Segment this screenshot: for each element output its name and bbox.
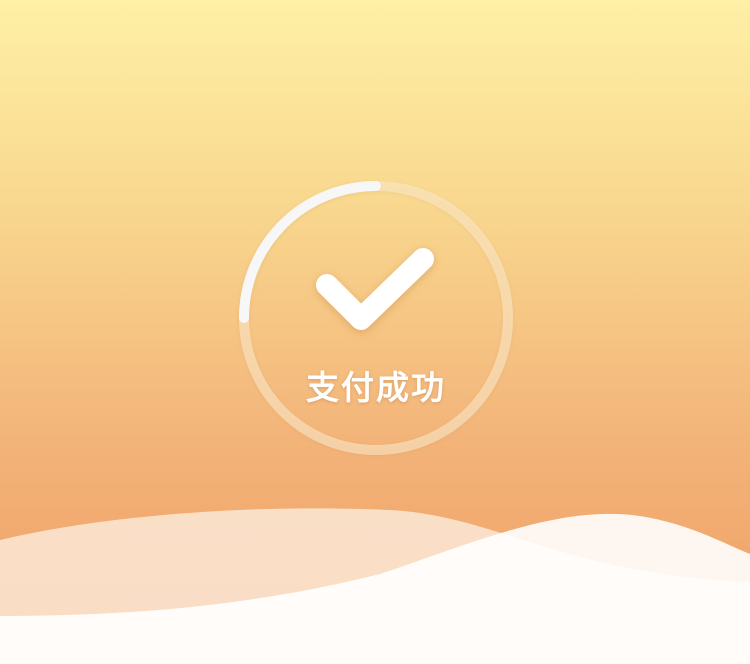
wave-decoration <box>0 508 750 664</box>
status-title: 支付成功 <box>306 368 446 407</box>
checkmark-icon <box>316 248 434 330</box>
payment-status: 支付成功 <box>237 179 515 457</box>
